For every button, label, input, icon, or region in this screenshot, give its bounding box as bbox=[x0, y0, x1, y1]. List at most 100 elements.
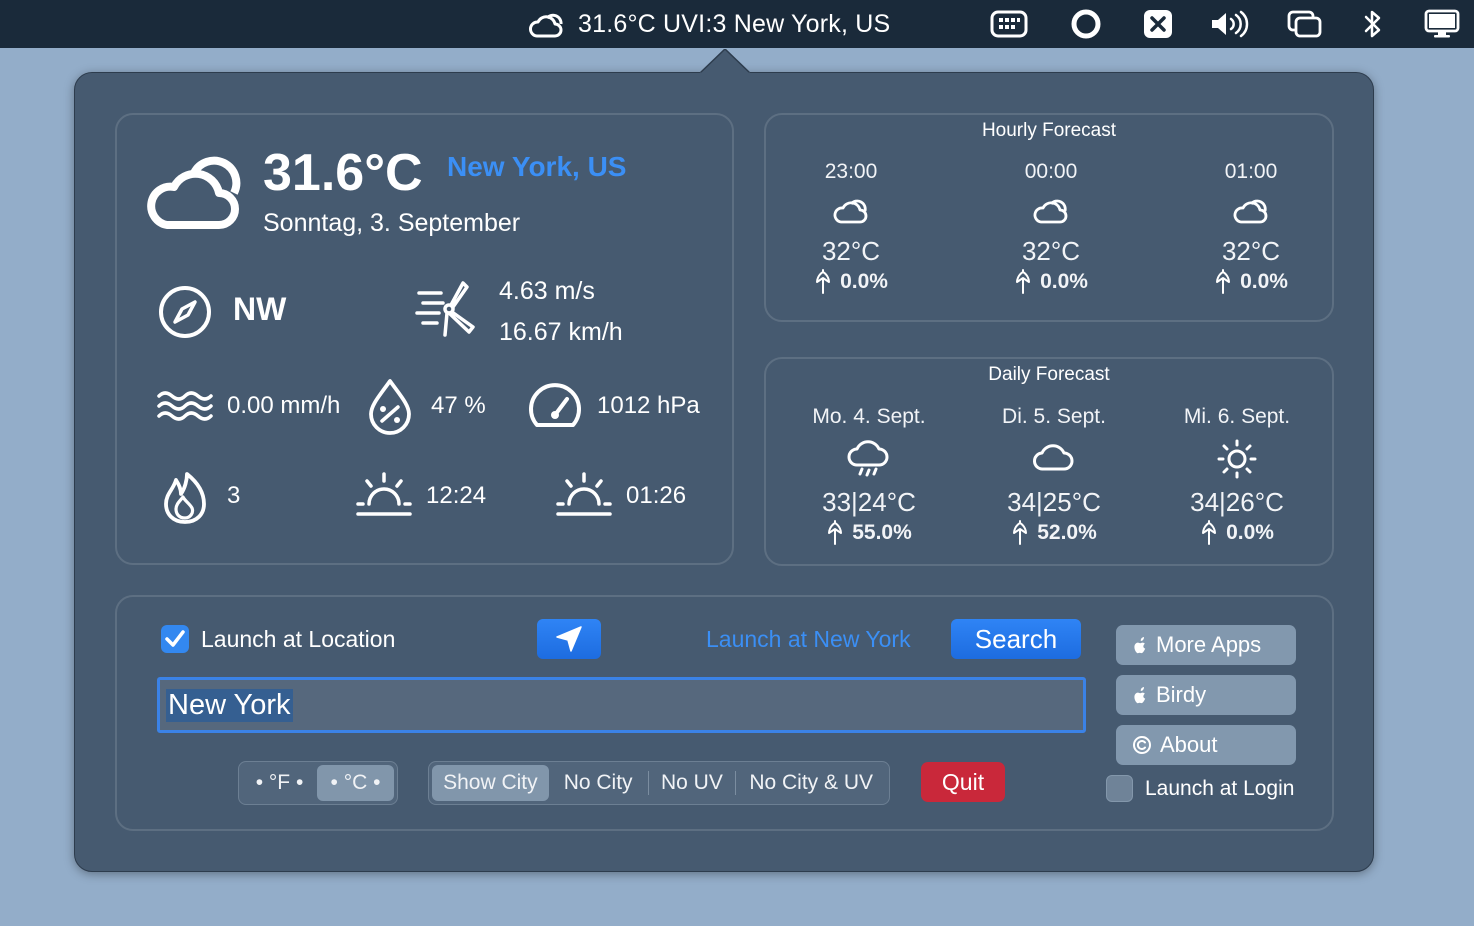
birdy-label: Birdy bbox=[1156, 682, 1207, 707]
cloud-icon bbox=[1233, 199, 1268, 224]
compass-icon bbox=[159, 286, 211, 338]
waves-icon bbox=[157, 391, 213, 421]
humidity-drop-icon bbox=[369, 379, 411, 435]
hourly-item: 01:00 32°C 0.0% bbox=[1191, 160, 1311, 295]
about-label: About bbox=[1160, 732, 1218, 757]
city-input-value: New York bbox=[166, 688, 293, 722]
daily-item: Mi. 6. Sept. 34|26°C 0.0% bbox=[1162, 405, 1312, 546]
checkmark-icon bbox=[165, 630, 185, 647]
record-icon[interactable] bbox=[1070, 0, 1102, 48]
location-arrow-icon bbox=[556, 626, 582, 652]
wind-turbine-icon bbox=[415, 281, 475, 337]
daily-pop: 52.0% bbox=[1037, 521, 1097, 544]
hourly-temp: 32°C bbox=[821, 236, 881, 266]
fahrenheit-option[interactable]: • °F • bbox=[242, 765, 317, 801]
flame-icon bbox=[164, 472, 206, 524]
launch-at-city-link[interactable]: Launch at New York bbox=[706, 626, 911, 653]
birdy-button[interactable]: Birdy bbox=[1116, 675, 1296, 715]
copyright-icon bbox=[1133, 736, 1151, 754]
umbrella-icon bbox=[1013, 520, 1028, 545]
locate-me-button[interactable] bbox=[537, 619, 601, 659]
sunset-time: 01:26 bbox=[626, 482, 687, 509]
hourly-time: 00:00 bbox=[1024, 160, 1078, 183]
current-weather-panel: 31.6°C New York, US Sonntag, 3. Septembe… bbox=[115, 113, 734, 565]
umbrella-icon bbox=[1216, 269, 1231, 294]
rain-cloud-icon bbox=[847, 440, 889, 477]
uv-value: 3 bbox=[227, 482, 241, 509]
mission-control-icon[interactable] bbox=[990, 0, 1028, 48]
cloud-icon bbox=[529, 13, 563, 38]
about-button[interactable]: About bbox=[1116, 725, 1296, 765]
unit-segmented-control: • °F • • °C • bbox=[238, 761, 398, 805]
umbrella-icon bbox=[828, 520, 843, 545]
sunset-icon bbox=[556, 472, 612, 516]
umbrella-icon bbox=[816, 269, 831, 294]
daily-item: Mo. 4. Sept. 33|24°C 55.0% bbox=[794, 405, 944, 546]
bluetooth-icon[interactable] bbox=[1362, 0, 1384, 48]
cloud-icon bbox=[1033, 199, 1068, 224]
daily-temp: 33|24°C bbox=[822, 487, 916, 517]
hourly-forecast-title: Hourly Forecast bbox=[981, 120, 1117, 141]
quit-button[interactable]: Quit bbox=[921, 762, 1005, 802]
hourly-forecast-panel: Hourly Forecast 23:00 32°C 0.0% 00:00 32… bbox=[764, 113, 1334, 322]
close-box-icon[interactable] bbox=[1143, 0, 1173, 48]
popover-arrow bbox=[700, 49, 750, 74]
settings-panel: Launch at Location Launch at New York Se… bbox=[115, 595, 1334, 831]
current-date: Sonntag, 3. September bbox=[263, 209, 521, 237]
more-apps-button[interactable]: More Apps bbox=[1116, 625, 1296, 665]
gauge-icon bbox=[529, 383, 581, 427]
daily-temp: 34|25°C bbox=[1007, 487, 1101, 517]
launch-at-location-label: Launch at Location bbox=[201, 626, 396, 652]
daily-pop: 0.0% bbox=[1226, 521, 1274, 544]
launch-at-login-label: Launch at Login bbox=[1145, 777, 1295, 800]
hourly-item: 23:00 32°C 0.0% bbox=[791, 160, 911, 295]
wind-speed-kmh: 16.67 km/h bbox=[499, 318, 623, 346]
hourly-pop: 0.0% bbox=[840, 270, 888, 293]
city-search-input[interactable]: New York bbox=[157, 677, 1086, 733]
daily-forecast-panel: Daily Forecast Mo. 4. Sept. 33|24°C 55.0… bbox=[764, 357, 1334, 566]
launch-at-login-checkbox[interactable] bbox=[1106, 775, 1133, 802]
hourly-pop: 0.0% bbox=[1040, 270, 1088, 293]
hourly-temp: 32°C bbox=[1221, 236, 1281, 266]
umbrella-icon bbox=[1202, 520, 1217, 545]
weather-status-item[interactable]: 31.6°C UVI:3 New York, US bbox=[528, 0, 890, 48]
wind-direction: NW bbox=[233, 291, 287, 327]
humidity-value: 47 % bbox=[431, 392, 486, 419]
current-temperature: 31.6°C bbox=[263, 144, 423, 202]
cloud-icon bbox=[147, 156, 241, 229]
hourly-pop: 0.0% bbox=[1240, 270, 1288, 293]
no-city-uv-option[interactable]: No City & UV bbox=[736, 765, 886, 801]
sun-icon bbox=[1217, 439, 1257, 479]
volume-icon[interactable] bbox=[1209, 0, 1251, 48]
hourly-time: 01:00 bbox=[1224, 160, 1278, 183]
pressure-value: 1012 hPa bbox=[597, 392, 700, 419]
sunrise-icon bbox=[356, 472, 412, 516]
search-button[interactable]: Search bbox=[951, 619, 1081, 659]
daily-day: Di. 5. Sept. bbox=[1002, 405, 1106, 428]
cloud-icon bbox=[833, 199, 868, 224]
daily-day: Mi. 6. Sept. bbox=[1183, 405, 1291, 428]
show-city-option[interactable]: Show City bbox=[432, 765, 549, 801]
daily-day: Mo. 4. Sept. bbox=[812, 405, 926, 428]
daily-item: Di. 5. Sept. 34|25°C 52.0% bbox=[979, 405, 1129, 546]
no-city-option[interactable]: No City bbox=[549, 765, 648, 801]
no-uv-option[interactable]: No UV bbox=[649, 765, 736, 801]
display-icon[interactable] bbox=[1424, 0, 1460, 48]
hourly-item: 00:00 32°C 0.0% bbox=[991, 160, 1111, 295]
launch-at-location-checkbox[interactable] bbox=[161, 625, 189, 653]
celsius-option[interactable]: • °C • bbox=[317, 765, 394, 801]
daily-temp: 34|26°C bbox=[1190, 487, 1284, 517]
menu-bar: 31.6°C UVI:3 New York, US bbox=[0, 0, 1474, 48]
umbrella-icon bbox=[1016, 269, 1031, 294]
rain-value: 0.00 mm/h bbox=[227, 392, 341, 419]
more-apps-label: More Apps bbox=[1156, 632, 1262, 657]
daily-pop: 55.0% bbox=[852, 521, 912, 544]
sunrise-time: 12:24 bbox=[426, 482, 487, 509]
daily-forecast-title: Daily Forecast bbox=[988, 364, 1110, 385]
cloud-icon bbox=[1033, 444, 1074, 471]
current-city: New York, US bbox=[447, 151, 627, 182]
hourly-temp: 32°C bbox=[1021, 236, 1081, 266]
hourly-time: 23:00 bbox=[824, 160, 878, 183]
screen-mirroring-icon[interactable] bbox=[1287, 0, 1323, 48]
display-mode-segmented-control: Show City No City No UV No City & UV bbox=[428, 761, 890, 805]
